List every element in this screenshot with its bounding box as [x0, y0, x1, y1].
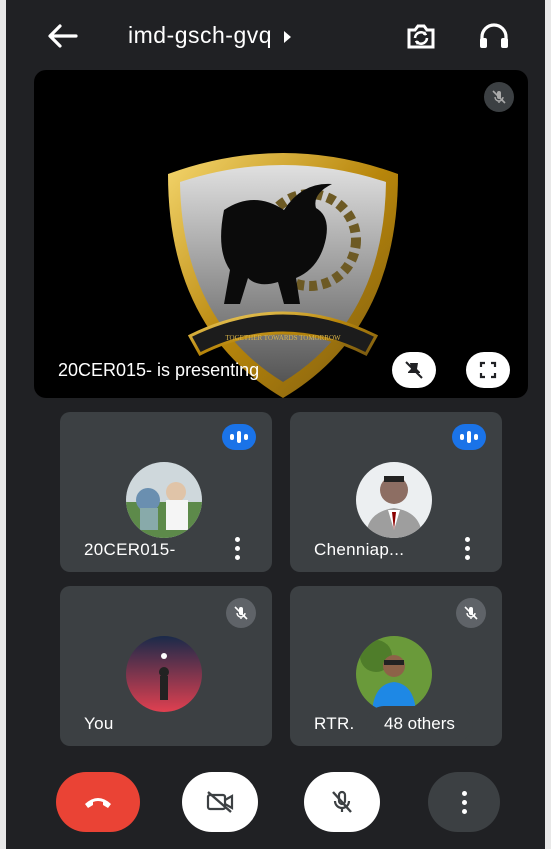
participant-name: RTR.	[314, 714, 355, 733]
avatar	[126, 636, 202, 712]
presentation-panel[interactable]: TOGETHER TOWARDS TOMORROW 20CER015- is p…	[34, 70, 528, 398]
meeting-code-label: imd-gsch-gvq	[128, 22, 273, 48]
presenter-status: 20CER015- is presenting	[58, 360, 260, 380]
mic-off-icon	[332, 790, 352, 813]
presenter-mic-off-icon	[484, 82, 514, 112]
participant-tile[interactable]: You	[60, 586, 272, 746]
camera-off-icon	[206, 791, 234, 813]
participant-name: Chenniap...	[314, 540, 405, 559]
headphones-icon[interactable]	[476, 20, 512, 52]
avatar	[356, 462, 432, 538]
more-options-icon[interactable]	[458, 534, 476, 562]
more-options-icon[interactable]	[228, 534, 246, 562]
fullscreen-button[interactable]	[466, 352, 510, 388]
emblem-motto: TOGETHER TOWARDS TOMORROW	[225, 334, 341, 342]
end-call-icon	[85, 798, 111, 808]
more-options-icon	[461, 790, 467, 814]
avatar	[126, 462, 202, 538]
more-options-button[interactable]	[428, 772, 500, 832]
back-arrow-icon[interactable]	[46, 22, 78, 50]
end-call-button[interactable]	[56, 772, 140, 832]
switch-camera-icon[interactable]	[403, 20, 439, 52]
others-count-chip[interactable]: 48 others	[366, 706, 473, 742]
camera-toggle-button[interactable]	[182, 772, 258, 832]
caret-right-icon	[284, 30, 292, 43]
participant-tile[interactable]: 20CER015-	[60, 412, 272, 572]
participant-name: You	[84, 714, 114, 733]
speaking-indicator-icon	[222, 424, 256, 450]
participant-tile[interactable]: Chenniap...	[290, 412, 502, 572]
unpin-button[interactable]	[392, 352, 436, 388]
mic-off-icon	[456, 598, 486, 628]
unpin-icon	[405, 361, 423, 379]
fullscreen-icon	[479, 361, 497, 379]
speaking-indicator-icon	[452, 424, 486, 450]
meeting-code[interactable]: imd-gsch-gvq	[128, 22, 292, 49]
top-bar: imd-gsch-gvq	[0, 0, 551, 72]
avatar	[356, 636, 432, 712]
mic-off-icon	[226, 598, 256, 628]
participant-name: 20CER015-	[84, 540, 176, 559]
mic-toggle-button[interactable]	[304, 772, 380, 832]
